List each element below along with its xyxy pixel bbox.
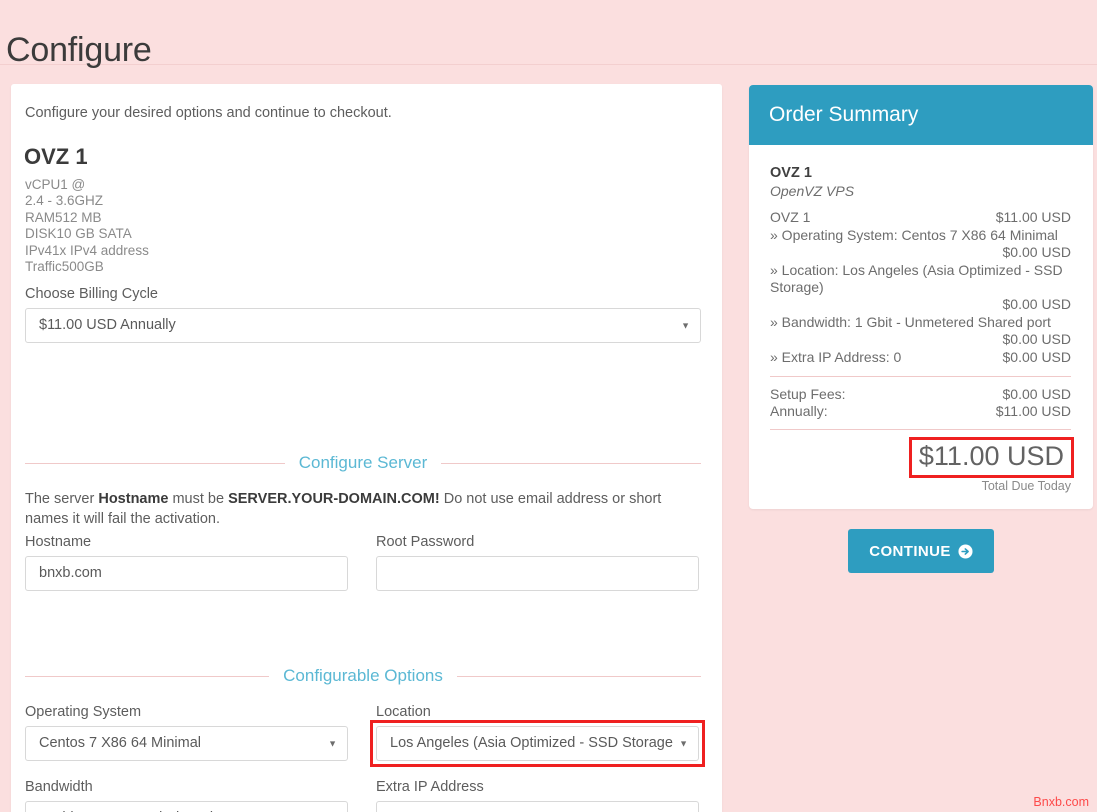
bandwidth-select[interactable]: 1 Gbit - Unmetered Shared port <box>25 801 348 812</box>
summary-divider <box>770 429 1071 430</box>
summary-total-amount: $11.00 USD <box>995 403 1071 419</box>
product-spec-line: 2.4 - 3.6GHZ <box>25 193 104 209</box>
order-summary-card: Order Summary OVZ 1 OpenVZ VPS OVZ 1 $11… <box>749 85 1093 509</box>
watermark: Bnxb.com <box>1033 795 1089 809</box>
hostname-field-group: Hostname bnxb.com <box>25 534 348 591</box>
billing-cycle-block: Choose Billing Cycle $11.00 USD Annually… <box>25 286 701 343</box>
product-spec-line: DISK10 GB SATA <box>25 226 132 242</box>
summary-line-label: » Bandwidth: 1 Gbit - Unmetered Shared p… <box>770 314 1051 330</box>
location-label: Location <box>376 704 431 720</box>
summary-line-item: » Location: Los Angeles (Asia Optimized … <box>770 262 1071 313</box>
configurable-options-section-header: Configurable Options <box>25 666 701 686</box>
product-name: OVZ 1 <box>24 144 88 169</box>
summary-product-type: OpenVZ VPS <box>770 183 855 199</box>
summary-total-label: Annually: <box>770 403 828 419</box>
hostname-label: Hostname <box>25 534 92 550</box>
summary-total-row: Annually: $11.00 USD <box>770 403 1071 420</box>
extra-ip-select-wrap[interactable]: 0 ▼ <box>376 801 699 812</box>
product-spec-line: vCPU1 @ <box>25 177 86 192</box>
note-bold-hostname: Hostname <box>98 491 169 507</box>
summary-line-label: » Extra IP Address: 0 <box>770 349 902 365</box>
hostname-note: The server Hostname must be SERVER.YOUR-… <box>25 489 685 529</box>
summary-line-label: » Location: Los Angeles (Asia Optimized … <box>770 262 1063 295</box>
note-mid: must be <box>168 491 229 507</box>
summary-line-label: » Operating System: Centos 7 X86 64 Mini… <box>770 227 1058 243</box>
continue-button[interactable]: CONTINUE <box>848 529 994 573</box>
location-select[interactable]: Los Angeles (Asia Optimized - SSD Storag… <box>376 726 699 761</box>
total-due-today-caption: Total Due Today <box>981 479 1071 494</box>
continue-button-label: CONTINUE <box>869 542 951 560</box>
order-summary-header: Order Summary <box>749 85 1093 145</box>
summary-total-label: Setup Fees: <box>770 386 846 402</box>
divider-right <box>456 675 701 677</box>
summary-product-name: OVZ 1 <box>770 165 812 181</box>
location-select-wrap[interactable]: Los Angeles (Asia Optimized - SSD Storag… <box>370 720 705 767</box>
note-prefix: The server <box>25 491 99 507</box>
configure-form-card: Configure your desired options and conti… <box>11 84 722 812</box>
summary-line-item: » Extra IP Address: 0 $0.00 USD <box>770 349 1071 366</box>
divider-left <box>25 462 285 464</box>
summary-line-amount: $0.00 USD <box>1002 331 1071 347</box>
summary-line-label: OVZ 1 <box>770 209 811 225</box>
extra-ip-select[interactable]: 0 <box>376 801 699 812</box>
location-group: Location Los Angeles (Asia Optimized - S… <box>370 704 705 767</box>
configure-server-section-header: Configure Server <box>25 453 702 473</box>
intro-text: Configure your desired options and conti… <box>25 105 392 121</box>
operating-system-label: Operating System <box>25 704 142 720</box>
summary-total-amount: $0.00 USD <box>1002 386 1071 402</box>
order-summary-body: OVZ 1 OpenVZ VPS OVZ 1 $11.00 USD » Oper… <box>749 145 1093 493</box>
billing-cycle-select[interactable]: $11.00 USD Annually <box>25 308 701 343</box>
product-spec-line: IPv41x IPv4 address <box>25 242 149 258</box>
grand-total-amount: $11.00 USD <box>908 436 1075 479</box>
summary-line-item: » Operating System: Centos 7 X86 64 Mini… <box>770 227 1071 261</box>
root-password-field-group: Root Password <box>376 534 699 591</box>
arrow-right-circle-icon <box>958 543 973 559</box>
divider-left <box>25 675 270 677</box>
product-specs: vCPU1 @ 2.4 - 3.6GHZ RAM512 MB DISK10 GB… <box>25 177 149 275</box>
billing-cycle-select-wrap[interactable]: $11.00 USD Annually ▼ <box>25 308 701 343</box>
product-spec-line: Traffic500GB <box>25 259 104 275</box>
order-summary-title: Order Summary <box>769 103 919 126</box>
configurable-options-title: Configurable Options <box>283 666 443 685</box>
product-spec-line: RAM512 MB <box>25 209 102 225</box>
summary-total-row: Setup Fees: $0.00 USD <box>770 386 1071 403</box>
note-bold-domain: SERVER.YOUR-DOMAIN.COM! <box>228 491 440 507</box>
operating-system-group: Operating System Centos 7 X86 64 Minimal… <box>25 704 348 761</box>
summary-line-amount: $11.00 USD <box>995 209 1071 225</box>
billing-cycle-label: Choose Billing Cycle <box>25 286 158 302</box>
bandwidth-select-wrap[interactable]: 1 Gbit - Unmetered Shared port ▼ <box>25 801 348 812</box>
bandwidth-group: Bandwidth 1 Gbit - Unmetered Shared port… <box>25 779 348 812</box>
page-title: Configure <box>6 30 152 69</box>
summary-line-amount: $0.00 USD <box>1002 349 1071 365</box>
root-password-input[interactable] <box>376 556 699 591</box>
summary-line-items: OVZ 1 $11.00 USD » Operating System: Cen… <box>770 209 1071 366</box>
operating-system-select[interactable]: Centos 7 X86 64 Minimal <box>25 726 348 761</box>
summary-line-amount: $0.00 USD <box>1002 296 1071 312</box>
operating-system-select-wrap[interactable]: Centos 7 X86 64 Minimal ▼ <box>25 726 348 761</box>
summary-line-item: » Bandwidth: 1 Gbit - Unmetered Shared p… <box>770 314 1071 348</box>
summary-divider <box>770 376 1071 377</box>
grand-total-wrap: $11.00 USD Total Due Today <box>770 436 1075 494</box>
extra-ip-label: Extra IP Address <box>376 779 484 795</box>
divider-right <box>441 462 702 464</box>
page-header: Configure <box>0 0 1097 69</box>
summary-line-item: OVZ 1 $11.00 USD <box>770 209 1071 226</box>
extra-ip-group: Extra IP Address 0 ▼ <box>376 779 699 812</box>
summary-line-amount: $0.00 USD <box>1002 244 1071 260</box>
hostname-input[interactable]: bnxb.com <box>25 556 348 591</box>
bandwidth-label: Bandwidth <box>25 779 93 795</box>
configure-server-title: Configure Server <box>298 453 428 472</box>
root-password-label: Root Password <box>376 534 475 550</box>
